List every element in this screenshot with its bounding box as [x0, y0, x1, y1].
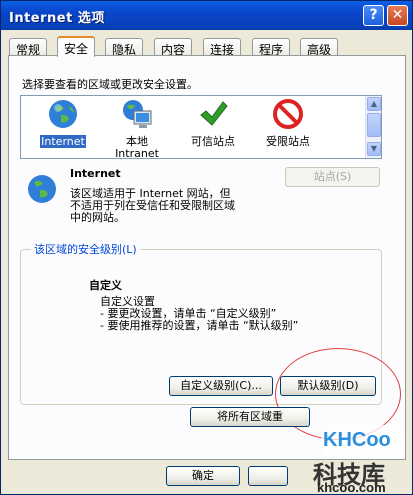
window-title: Internet 选项 [9, 11, 105, 26]
khcoo-watermark: KHCoo 科技库 khcoo.com [313, 425, 413, 495]
close-button[interactable]: ✕ [387, 5, 408, 26]
selected-zone-globe-icon [28, 175, 56, 203]
tab-security[interactable]: 安全 [57, 36, 96, 57]
tab-content[interactable]: 内容 [154, 38, 193, 57]
watermark-brand: KHCoo [323, 429, 391, 451]
custom-level-button[interactable]: 自定义级别(C)... [169, 376, 273, 396]
zone-restricted-sites[interactable]: 受限站点 [256, 98, 320, 148]
selected-zone-name: Internet [70, 167, 121, 180]
security-level-group-title: 该区域的安全级别(L) [31, 241, 140, 257]
zone-internet-label: Internet [40, 135, 86, 148]
zone-local-intranet[interactable]: 本地 Intranet [105, 98, 169, 160]
tab-advanced[interactable]: 高级 [300, 38, 339, 57]
security-level-line-3: - 要使用推荐的设置，请单击 “默认级别” [100, 319, 299, 332]
zone-internet[interactable]: Internet [31, 98, 95, 148]
intranet-monitor-icon [123, 100, 152, 128]
zone-trusted-sites[interactable]: 可信站点 [181, 98, 245, 148]
tab-general[interactable]: 常规 [9, 38, 48, 57]
zone-list: Internet 本地 Intranet 可信站点 受限站点 ▲ ▼ [20, 95, 382, 160]
sites-button[interactable]: 站点(S) [285, 167, 380, 187]
cancel-button-partial[interactable] [248, 466, 288, 486]
zone-list-scrollbar[interactable]: ▲ ▼ [365, 96, 381, 158]
restricted-icon [273, 99, 303, 129]
zone-trusted-sites-label: 可信站点 [191, 135, 235, 148]
internet-options-window: Internet 选项 ? ✕ 常规 安全 隐私 内容 连接 程序 高级 选择要… [0, 0, 413, 495]
scroll-thumb[interactable] [367, 113, 381, 137]
scroll-down-icon[interactable]: ▼ [367, 142, 381, 156]
checkmark-icon [200, 101, 228, 126]
title-bar[interactable]: Internet 选项 ? ✕ [1, 1, 412, 30]
help-button[interactable]: ? [363, 5, 384, 26]
reset-all-zones-button[interactable]: 将所有区域重 [190, 407, 310, 427]
zone-instruction: 选择要查看的区域或更改安全设置。 [22, 78, 198, 91]
globe-icon [49, 100, 77, 128]
tab-programs[interactable]: 程序 [252, 38, 291, 57]
zone-description-line-3: 中的网站。 [70, 211, 125, 224]
security-level-title: 自定义 [89, 279, 122, 292]
ok-button[interactable]: 确定 [166, 466, 240, 486]
zone-local-intranet-label: 本地 Intranet [115, 135, 159, 160]
tab-connections[interactable]: 连接 [203, 38, 242, 57]
tab-privacy[interactable]: 隐私 [105, 38, 144, 57]
watermark-url: khcoo.com [317, 480, 386, 495]
scroll-up-icon[interactable]: ▲ [367, 97, 381, 111]
zone-restricted-sites-label: 受限站点 [266, 135, 310, 148]
